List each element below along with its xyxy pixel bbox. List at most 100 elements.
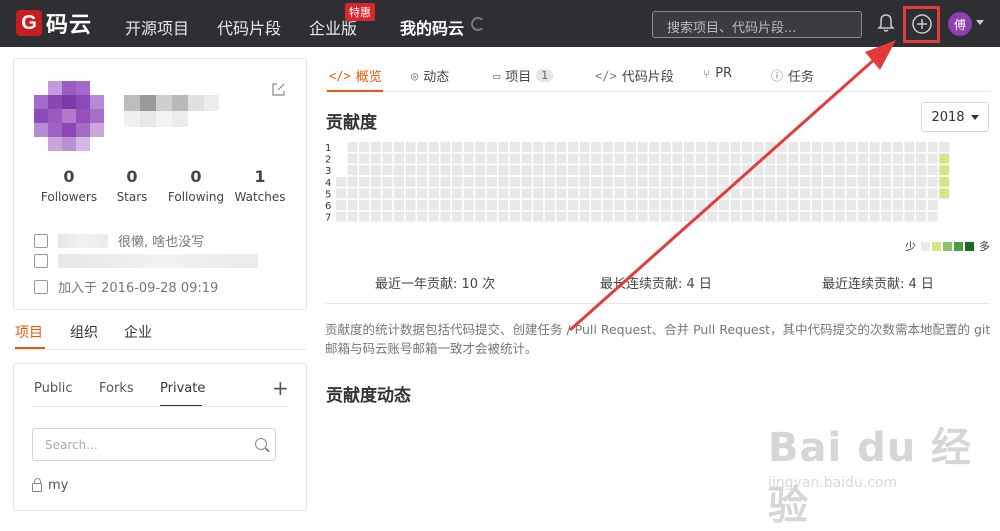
heatmap-cell[interactable] [359, 153, 370, 164]
heatmap-cell[interactable] [370, 211, 381, 222]
heatmap-cell[interactable] [533, 176, 544, 187]
heatmap-cell[interactable] [939, 142, 950, 152]
heatmap-cell[interactable] [405, 165, 416, 176]
heatmap-cell[interactable] [359, 176, 370, 187]
tab-private[interactable]: Private [160, 381, 205, 396]
heatmap-cell[interactable] [544, 142, 555, 152]
heatmap-cell[interactable] [463, 200, 474, 210]
heatmap-cell[interactable] [521, 188, 532, 199]
heatmap-cell[interactable] [498, 176, 509, 187]
heatmap-cell[interactable] [440, 188, 451, 199]
search-icon[interactable] [255, 438, 267, 450]
heatmap-cell[interactable] [370, 176, 381, 187]
heatmap-cell[interactable] [347, 153, 358, 164]
heatmap-cell[interactable] [498, 142, 509, 152]
stat-watches[interactable]: 1 Watches [225, 167, 295, 204]
tab-enterprises[interactable]: 企业 [124, 322, 152, 342]
heatmap-cell[interactable] [359, 211, 370, 222]
heatmap-cell[interactable] [359, 188, 370, 199]
heatmap-cell[interactable] [475, 165, 486, 176]
heatmap-cell[interactable] [463, 176, 474, 187]
heatmap-cell[interactable] [382, 188, 393, 199]
heatmap-cell[interactable] [405, 176, 416, 187]
heatmap-cell[interactable] [347, 165, 358, 176]
heatmap-cell[interactable] [533, 188, 544, 199]
heatmap-cell[interactable] [347, 188, 358, 199]
heatmap-cell[interactable] [359, 142, 370, 152]
heatmap-cell[interactable] [498, 200, 509, 210]
heatmap-cell[interactable] [382, 153, 393, 164]
heatmap-cell[interactable] [486, 200, 497, 210]
heatmap-cell[interactable] [533, 165, 544, 176]
heatmap-cell[interactable] [463, 142, 474, 152]
logo[interactable]: G 码云 [16, 10, 92, 38]
heatmap-cell[interactable] [544, 165, 555, 176]
heatmap-cell[interactable] [440, 142, 451, 152]
edit-icon[interactable] [271, 82, 286, 97]
heatmap-cell[interactable] [521, 211, 532, 222]
heatmap-cell[interactable] [370, 165, 381, 176]
heatmap-cell[interactable] [417, 176, 428, 187]
heatmap-cell[interactable] [510, 142, 520, 152]
heatmap-cell[interactable] [475, 142, 486, 152]
heatmap-cell[interactable] [498, 165, 509, 176]
heatmap-cell[interactable] [417, 200, 428, 210]
heatmap-cell[interactable] [533, 200, 544, 210]
heatmap-cell[interactable] [521, 176, 532, 187]
heatmap-cell[interactable] [521, 200, 532, 210]
heatmap-cell[interactable] [533, 142, 544, 152]
heatmap-cell[interactable] [405, 200, 416, 210]
tab-organizations[interactable]: 组织 [70, 322, 98, 342]
heatmap-cell[interactable] [336, 211, 346, 222]
heatmap-cell[interactable] [510, 176, 520, 187]
heatmap-cell[interactable] [394, 188, 404, 199]
heatmap-cell[interactable] [498, 153, 509, 164]
tab-activity[interactable]: ◎ 动态 [411, 66, 449, 86]
heatmap-cell[interactable] [417, 142, 428, 152]
heatmap-cell[interactable] [486, 165, 497, 176]
heatmap-cell[interactable] [405, 142, 416, 152]
heatmap-cell[interactable] [498, 211, 509, 222]
heatmap-cell[interactable] [486, 176, 497, 187]
heatmap-cell[interactable] [452, 176, 462, 187]
heatmap-cell[interactable] [544, 176, 555, 187]
heatmap-cell[interactable] [428, 211, 439, 222]
tab-public[interactable]: Public [34, 381, 72, 396]
heatmap-cell[interactable] [359, 165, 370, 176]
heatmap-cell[interactable] [428, 153, 439, 164]
heatmap-cell[interactable] [463, 188, 474, 199]
heatmap-cell[interactable] [347, 200, 358, 210]
heatmap-cell[interactable] [336, 188, 346, 199]
heatmap-cell[interactable] [347, 142, 358, 152]
heatmap-cell[interactable] [440, 153, 451, 164]
heatmap-cell[interactable] [452, 165, 462, 176]
nav-open-source[interactable]: 开源项目 [125, 15, 189, 39]
heatmap-cell[interactable] [394, 153, 404, 164]
heatmap-cell[interactable] [486, 188, 497, 199]
heatmap-cell[interactable] [463, 153, 474, 164]
heatmap-cell[interactable] [382, 211, 393, 222]
tab-forks[interactable]: Forks [99, 381, 134, 396]
stat-followers[interactable]: 0 Followers [34, 167, 104, 204]
heatmap-cell[interactable] [370, 153, 381, 164]
heatmap-cell[interactable] [394, 211, 404, 222]
heatmap-cell[interactable] [521, 153, 532, 164]
heatmap-cell[interactable] [463, 165, 474, 176]
caret-down-icon[interactable] [976, 20, 984, 25]
heatmap-cell[interactable] [486, 142, 497, 152]
heatmap-cell[interactable] [394, 142, 404, 152]
heatmap-cell[interactable] [452, 211, 462, 222]
heatmap-cell[interactable] [428, 188, 439, 199]
heatmap-cell[interactable] [405, 153, 416, 164]
heatmap-cell[interactable] [370, 188, 381, 199]
heatmap-cell[interactable] [486, 153, 497, 164]
heatmap-cell[interactable] [544, 153, 555, 164]
heatmap-cell[interactable] [394, 176, 404, 187]
heatmap-cell[interactable] [452, 200, 462, 210]
heatmap-cell[interactable] [336, 200, 346, 210]
heatmap-cell[interactable] [382, 165, 393, 176]
heatmap-cell[interactable] [486, 211, 497, 222]
heatmap-cell[interactable] [544, 188, 555, 199]
heatmap-cell[interactable] [382, 200, 393, 210]
heatmap-cell[interactable] [405, 188, 416, 199]
